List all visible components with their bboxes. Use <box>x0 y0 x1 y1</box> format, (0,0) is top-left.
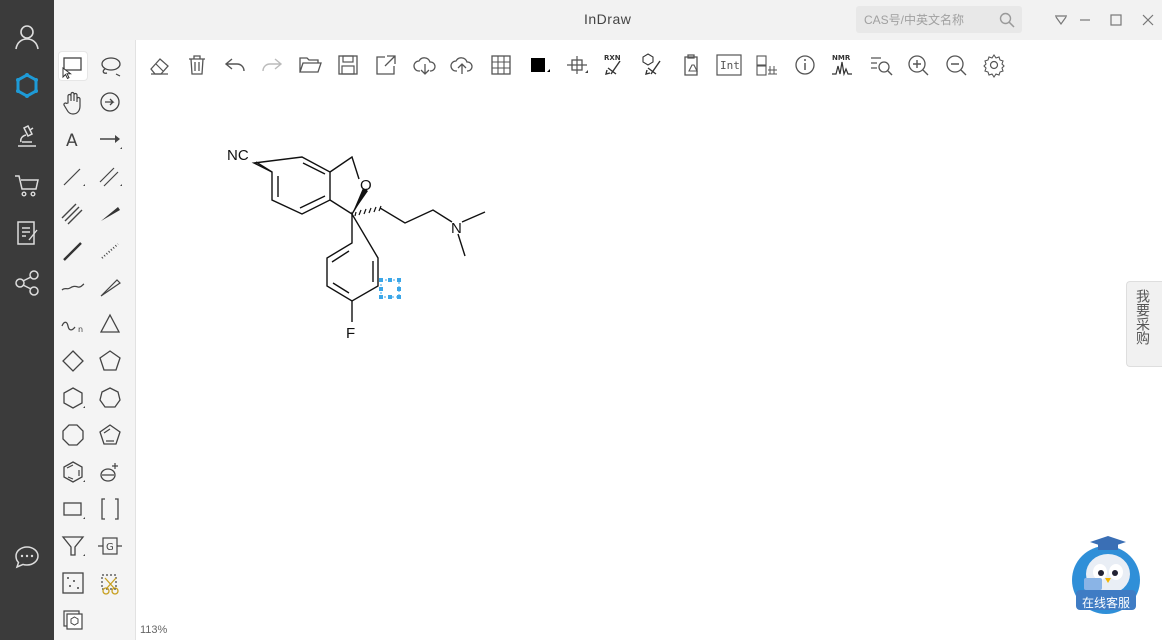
app-title: InDraw <box>584 11 632 27</box>
export-icon[interactable] <box>373 52 399 78</box>
share-icon[interactable] <box>12 268 42 298</box>
svg-text:NMR: NMR <box>832 54 851 62</box>
fluorine-label[interactable]: F <box>346 325 355 342</box>
cloud-download-icon[interactable] <box>412 52 438 78</box>
cyclopropane-tool-icon[interactable] <box>96 310 124 338</box>
fused-benzene-ring <box>251 156 331 215</box>
notes-icon[interactable] <box>12 218 42 248</box>
undo-icon[interactable] <box>222 52 248 78</box>
search-box[interactable] <box>856 6 1022 33</box>
search-icon[interactable] <box>998 11 1016 29</box>
oxygen-label[interactable]: O <box>360 177 372 194</box>
formula-icon[interactable] <box>754 52 780 78</box>
shape-rectangle-tool-icon[interactable] <box>59 495 87 523</box>
wedge-bond-tool-icon[interactable] <box>96 199 124 227</box>
double-bond-tool-icon[interactable] <box>96 162 124 190</box>
dimethylaminopropyl-chain <box>379 207 486 257</box>
align-icon[interactable] <box>564 52 590 78</box>
hashed-bond <box>354 205 382 217</box>
app-sidebar <box>0 0 54 640</box>
cycloheptane-tool-icon[interactable] <box>96 384 124 412</box>
minimize-icon[interactable] <box>1075 10 1095 30</box>
svg-text:A: A <box>66 131 78 151</box>
selection-box[interactable] <box>379 278 401 299</box>
hollow-wedge-tool-icon[interactable] <box>96 273 124 301</box>
cyclopentane-tool-icon[interactable] <box>96 347 124 375</box>
clipboard-chem-icon[interactable] <box>678 52 704 78</box>
nitrile-label[interactable]: NC <box>227 147 249 164</box>
top-toolbar: RXN Int NMR <box>136 40 1162 92</box>
triple-bond-tool-icon[interactable] <box>59 199 87 227</box>
bracket-tool-icon[interactable] <box>96 495 124 523</box>
text-tool-icon[interactable]: A <box>59 125 87 153</box>
molecule-structure[interactable]: NC O N F <box>136 92 1162 640</box>
nitrogen-label[interactable]: N <box>451 220 462 237</box>
chat-icon[interactable] <box>12 542 42 572</box>
search-input[interactable] <box>864 11 994 29</box>
benzene-tool-icon[interactable] <box>59 458 87 486</box>
charge-tool-icon[interactable] <box>96 458 124 486</box>
redo-icon[interactable] <box>259 52 285 78</box>
single-bond-tool-icon[interactable] <box>59 162 87 190</box>
eraser-icon[interactable] <box>147 52 173 78</box>
lasso-select-tool-icon[interactable] <box>96 52 124 80</box>
trash-icon[interactable] <box>184 52 210 78</box>
save-icon[interactable] <box>335 52 361 78</box>
close-icon[interactable] <box>1138 10 1158 30</box>
eraser-cut-tool-icon[interactable] <box>96 569 124 597</box>
rotate-tool-icon[interactable] <box>96 88 124 116</box>
chain-tool-icon[interactable]: n <box>59 310 87 338</box>
bold-bond-tool-icon[interactable] <box>59 236 87 264</box>
cart-icon[interactable] <box>12 170 42 200</box>
cyclohexane-tool-icon[interactable] <box>59 384 87 412</box>
grid-icon[interactable] <box>488 52 514 78</box>
svg-text:G: G <box>106 542 114 553</box>
customer-service-button[interactable]: 在线客服 <box>1070 532 1142 618</box>
svg-text:RXN: RXN <box>604 54 621 62</box>
hand-tool-icon[interactable] <box>59 88 87 116</box>
cyclopentadiene-tool-icon[interactable] <box>96 421 124 449</box>
cloud-upload-icon[interactable] <box>449 52 475 78</box>
zoom-level: 113% <box>140 624 168 636</box>
hashed-bond-tool-icon[interactable] <box>96 236 124 264</box>
maximize-icon[interactable] <box>1106 10 1126 30</box>
clean-reaction-icon[interactable]: RXN <box>602 52 628 78</box>
rectangle-select-tool-icon[interactable] <box>59 52 87 80</box>
cyclobutane-tool-icon[interactable] <box>59 347 87 375</box>
zoom-out-icon[interactable] <box>943 52 969 78</box>
search-structure-icon[interactable] <box>868 52 894 78</box>
template-tool-icon[interactable] <box>59 606 87 634</box>
svg-text:n: n <box>78 325 83 334</box>
integral-icon[interactable]: Int <box>716 52 742 78</box>
menu-dropdown-icon[interactable] <box>1051 10 1071 30</box>
info-icon[interactable] <box>792 52 818 78</box>
title-bar: InDraw <box>54 0 1162 40</box>
purchase-label: 我要采购 <box>1135 289 1151 345</box>
tool-palette: A n G <box>54 40 136 640</box>
customer-service-label: 在线客服 <box>1081 596 1130 610</box>
arrow-tool-icon[interactable] <box>96 125 124 153</box>
molecule-editor-icon[interactable] <box>12 71 42 101</box>
cyclooctane-tool-icon[interactable] <box>59 421 87 449</box>
settings-gear-icon[interactable] <box>981 52 1007 78</box>
clean-structure-icon[interactable] <box>640 52 666 78</box>
nmr-icon[interactable]: NMR <box>830 52 856 78</box>
open-folder-icon[interactable] <box>297 52 323 78</box>
svg-text:Int: Int <box>720 59 740 72</box>
color-picker-icon[interactable] <box>526 52 552 78</box>
funnel-tool-icon[interactable] <box>59 532 87 560</box>
atom-map-tool-icon[interactable] <box>59 569 87 597</box>
microscope-icon[interactable] <box>12 120 42 150</box>
wavy-bond-tool-icon[interactable] <box>59 273 87 301</box>
user-icon[interactable] <box>12 22 42 52</box>
zoom-in-icon[interactable] <box>905 52 931 78</box>
group-tool-icon[interactable]: G <box>96 532 124 560</box>
purchase-tab[interactable]: 我要采购 <box>1126 281 1162 367</box>
fluorophenyl-ring <box>326 211 379 302</box>
drawing-canvas[interactable]: NC O N F <box>136 92 1162 640</box>
